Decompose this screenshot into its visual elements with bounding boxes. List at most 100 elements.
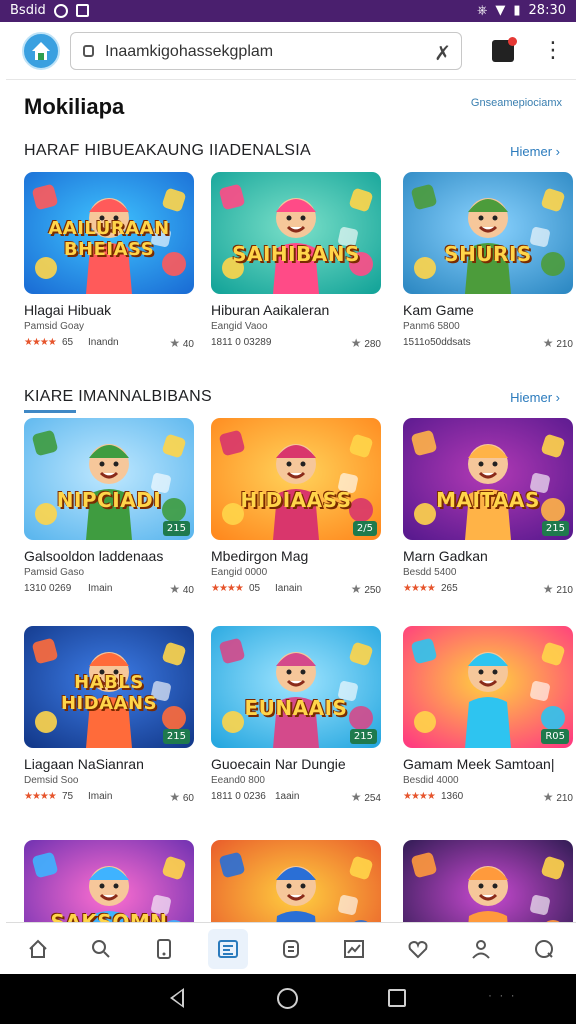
game-thumbnail[interactable]: AAILURAAN BHEIASS xyxy=(24,172,194,294)
game-thumbnail[interactable]: SAIHIBANS xyxy=(211,172,381,294)
game-title[interactable]: Guoecain Nar Dungie xyxy=(211,756,381,772)
favorite-count: ★ 250 xyxy=(350,582,381,596)
game-thumbnail[interactable]: NIPCIADI 215 xyxy=(24,418,194,540)
notification-icon xyxy=(53,3,68,18)
nav-grid-icon[interactable] xyxy=(207,928,248,969)
home-circle-icon[interactable] xyxy=(277,988,298,1009)
star-icon: ★ xyxy=(542,790,554,804)
main-content: Mokiliapa Gnseamepiociamx HARAF HIBUEAKA… xyxy=(6,80,576,922)
meta-info: 1811 0 0236 xyxy=(211,791,266,802)
game-card[interactable]: SAIHIBANS Hiburan Aaikaleran Eangid Vaoo… xyxy=(211,172,381,351)
game-thumbnail[interactable] xyxy=(403,840,573,922)
game-thumbnail[interactable] xyxy=(211,840,381,922)
meta-info: 1811 0 03289 xyxy=(211,337,272,348)
meta-label: Imain xyxy=(88,791,113,802)
page-header-link[interactable]: Gnseamepiociamx xyxy=(471,97,562,109)
game-title[interactable]: Marn Gadkan xyxy=(403,548,573,564)
favorite-count: ★ 40 xyxy=(169,336,194,350)
star-icon: ★ xyxy=(350,582,362,596)
nav-heart-icon[interactable] xyxy=(398,929,438,969)
game-card[interactable] xyxy=(403,840,573,922)
game-card[interactable]: AAILURAAN BHEIASS Hlagai Hibuak Pamsid G… xyxy=(24,172,194,351)
rating-count: 05 xyxy=(249,583,261,594)
search-icon xyxy=(91,939,110,958)
game-card[interactable]: EUNAAIS 215 Guoecain Nar Dungie Eeand0 8… xyxy=(211,626,381,805)
star-icon: ★ xyxy=(169,582,181,596)
favorite-count: ★ 280 xyxy=(350,336,381,350)
game-title[interactable]: Hiburan Aaikaleran xyxy=(211,302,381,318)
search-input[interactable] xyxy=(105,41,415,63)
chat-icon xyxy=(282,939,299,958)
system-navigation-bar: · · · xyxy=(0,974,576,1024)
game-thumbnail[interactable]: HABLS HIDAANS 215 xyxy=(24,626,194,748)
thumbnail-title: NIPCIADI xyxy=(56,488,162,512)
more-menu-icon[interactable]: ⋮ xyxy=(542,40,564,62)
search-box[interactable]: ✗ xyxy=(70,32,462,70)
meta-label: Ianain xyxy=(275,583,303,594)
game-developer: Eeand0 800 xyxy=(211,775,265,786)
game-title[interactable]: Kam Game xyxy=(403,302,573,318)
nav-person-icon[interactable] xyxy=(461,929,501,969)
rating-stars-icon: ★★★★ xyxy=(24,791,57,802)
clear-search-icon[interactable]: ✗ xyxy=(434,41,451,65)
section-underline xyxy=(24,410,76,413)
game-developer: Besdid 4000 xyxy=(403,775,459,786)
game-developer: Eangid 0000 xyxy=(211,567,268,578)
game-card[interactable]: MAITAAS 215 Marn Gadkan Besdd 5400 ★★★★ 2… xyxy=(403,418,573,597)
rating-count: 75 xyxy=(62,791,74,802)
game-thumbnail[interactable]: SAKSOMN xyxy=(24,840,194,922)
game-developer: Panm6 5800 xyxy=(403,321,460,332)
game-card[interactable]: HIDIAASS 2/5 Mbedirgon Mag Eangid 0000 ★… xyxy=(211,418,381,597)
section-more-link-2[interactable]: Hiemer › xyxy=(510,390,560,405)
game-title[interactable]: Gamam Meek Samtoan| xyxy=(403,756,573,772)
rating-count: 65 xyxy=(62,337,74,348)
rating-stars-icon: ★★★★ xyxy=(24,337,57,348)
star-icon: ★ xyxy=(350,336,362,350)
game-title[interactable]: Galsooldon laddenaas xyxy=(24,548,194,564)
game-card[interactable]: HABLS HIDAANS 215 Liagaan NaSianran Dems… xyxy=(24,626,194,805)
game-card[interactable]: R05 Gamam Meek Samtoan| Besdid 4000 ★★★★… xyxy=(403,626,573,805)
app-logo-icon[interactable] xyxy=(22,32,60,70)
back-icon[interactable] xyxy=(170,988,184,1008)
game-card[interactable]: SAKSOMN xyxy=(24,840,194,922)
game-card[interactable] xyxy=(211,840,381,922)
nav-chart-icon[interactable] xyxy=(334,929,374,969)
recents-icon[interactable] xyxy=(388,989,406,1007)
game-title[interactable]: Mbedirgon Mag xyxy=(211,548,381,564)
thumbnail-title: SAKSOMN xyxy=(50,910,168,922)
game-developer: Pamsid Goay xyxy=(24,321,85,332)
age-rating-badge: R05 xyxy=(541,729,569,744)
favorite-count: ★ 210 xyxy=(542,582,573,596)
status-bar: Bsdid ⎈ ▼ ▮ 28:30 xyxy=(0,0,576,22)
age-rating-badge: 215 xyxy=(162,521,190,536)
game-meta: ★★★★ 75 Imain ★ 60 xyxy=(24,790,194,805)
meta-label: 1aain xyxy=(275,791,300,802)
heart-icon xyxy=(408,940,428,958)
game-thumbnail[interactable]: EUNAAIS 215 xyxy=(211,626,381,748)
game-card[interactable]: SHURIS Kam Game Panm6 5800 1511o50ddsats… xyxy=(403,172,573,351)
nav-help-icon[interactable] xyxy=(524,929,564,969)
chart-icon xyxy=(344,939,365,958)
nav-phone-icon[interactable] xyxy=(144,929,184,969)
thumbnail-title: EUNAAIS xyxy=(244,696,348,720)
meta-info: 1310 0269 xyxy=(24,583,72,594)
section-title-1: HARAF HIBUEAKAUNG IIADENALSIA xyxy=(24,142,311,159)
thumbnail-title: SHURIS xyxy=(444,242,532,266)
nav-search-icon[interactable] xyxy=(81,929,121,969)
page-title: Mokiliapa xyxy=(24,94,125,119)
game-thumbnail[interactable]: R05 xyxy=(403,626,573,748)
game-thumbnail[interactable]: HIDIAASS 2/5 xyxy=(211,418,381,540)
nav-home-icon[interactable] xyxy=(18,929,58,969)
home-icon xyxy=(28,939,47,958)
game-card[interactable]: NIPCIADI 215 Galsooldon laddenaas Pamsid… xyxy=(24,418,194,597)
game-title[interactable]: Liagaan NaSianran xyxy=(24,756,194,772)
section-more-link-1[interactable]: Hiemer › xyxy=(510,144,560,159)
wifi-icon: ▼ xyxy=(495,3,506,18)
game-title[interactable]: Hlagai Hibuak xyxy=(24,302,194,318)
game-thumbnail[interactable]: SHURIS xyxy=(403,172,573,294)
star-icon: ★ xyxy=(169,790,181,804)
nav-chat-icon[interactable] xyxy=(271,929,311,969)
game-thumbnail[interactable]: MAITAAS 215 xyxy=(403,418,573,540)
gift-icon[interactable] xyxy=(492,37,517,62)
rating-stars-icon: ★★★★ xyxy=(403,791,436,802)
